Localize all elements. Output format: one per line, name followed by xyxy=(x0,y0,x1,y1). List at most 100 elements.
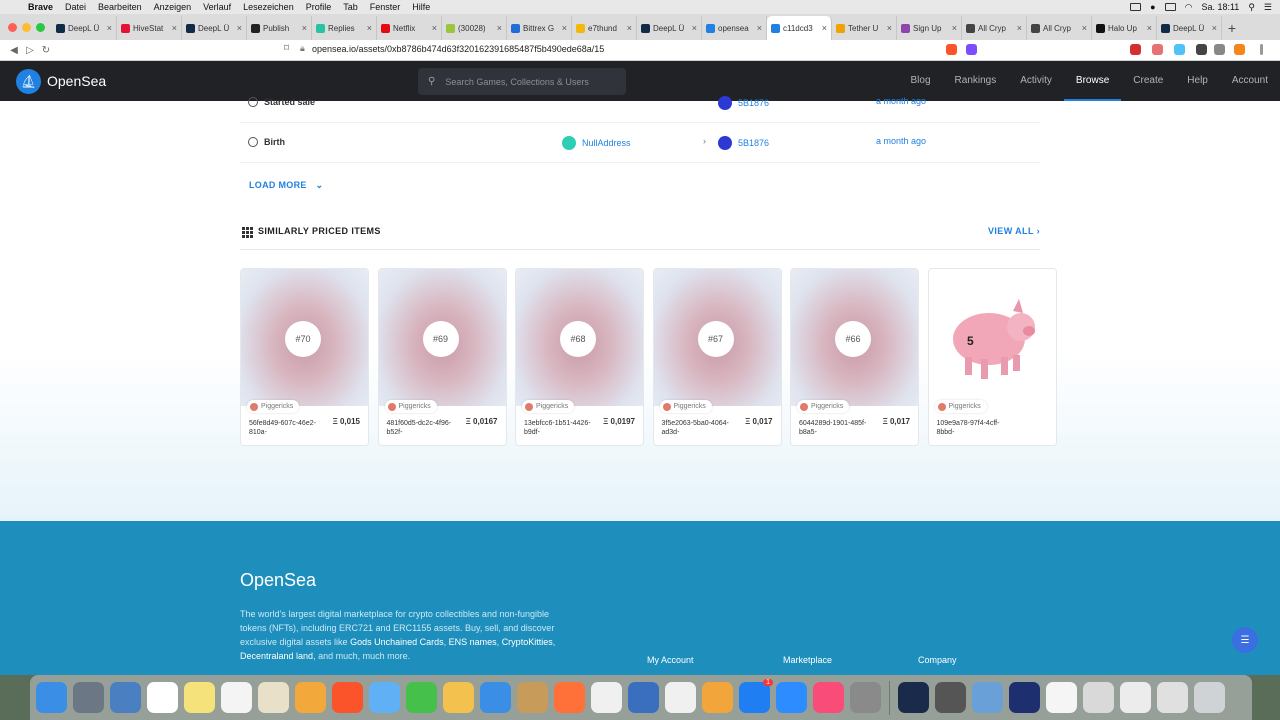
dock-app-icon[interactable] xyxy=(480,682,511,713)
browser-tab[interactable]: Sign Up × xyxy=(897,16,962,40)
load-more-button[interactable]: LOAD MORE ⌄ xyxy=(249,180,323,191)
item-image[interactable]: #70 xyxy=(241,269,368,406)
browser-tab[interactable]: HiveStat × xyxy=(117,16,182,40)
nav-help[interactable]: Help xyxy=(1175,61,1220,101)
reload-icon[interactable]: ↻ xyxy=(38,45,54,56)
ens-names-link[interactable]: ENS names xyxy=(449,637,497,647)
item-image[interactable]: #69 xyxy=(378,269,506,406)
extension-icon[interactable] xyxy=(1130,44,1141,55)
dock-app-icon[interactable] xyxy=(1009,682,1040,713)
tab-close-icon[interactable]: × xyxy=(757,23,762,33)
collection-tag[interactable]: Piggericks xyxy=(522,400,575,413)
item-card[interactable]: #69 Piggericks 481f60d5-dc2c-4f96-b52f- Ξ 0… xyxy=(377,268,507,446)
menu-item-bearbeiten[interactable]: Bearbeiten xyxy=(92,2,148,12)
trash-icon[interactable] xyxy=(1194,682,1225,713)
item-card[interactable]: #68 Piggericks 13ebfcc6-1b51-4426-b9df- Ξ 0… xyxy=(515,268,644,446)
spotlight-icon[interactable]: ⚲ xyxy=(1248,2,1255,13)
minimize-window-button[interactable] xyxy=(22,22,31,32)
browser-tab[interactable]: (30028) × xyxy=(442,16,507,40)
dock-folder-icon[interactable] xyxy=(1046,682,1077,713)
dock-app-icon[interactable] xyxy=(221,682,252,713)
browser-tab[interactable]: All Cryp × xyxy=(1027,16,1092,40)
tab-close-icon[interactable]: × xyxy=(107,23,112,33)
dock-app-icon[interactable]: 1 xyxy=(739,679,773,713)
decentraland-link[interactable]: Decentraland land xyxy=(240,651,313,661)
tab-close-icon[interactable]: × xyxy=(1147,23,1152,33)
browser-tab[interactable]: All Cryp × xyxy=(962,16,1027,40)
opensea-brand[interactable]: OpenSea xyxy=(47,73,106,89)
menu-app-name[interactable]: Brave xyxy=(22,2,59,12)
tab-close-icon[interactable]: × xyxy=(627,23,632,33)
menu-item-hilfe[interactable]: Hilfe xyxy=(406,2,436,12)
tab-close-icon[interactable]: × xyxy=(1017,23,1022,33)
item-card[interactable]: #70 Piggericks 56fe8d49-607c-46e2-810a- Ξ 0… xyxy=(240,268,369,446)
dock-folder-icon[interactable] xyxy=(1157,682,1188,713)
dock-app-icon[interactable] xyxy=(36,682,67,713)
dock-app-icon[interactable] xyxy=(972,682,1003,713)
dock-app-icon[interactable] xyxy=(258,682,289,713)
item-image[interactable]: #67 xyxy=(653,269,781,406)
item-card[interactable]: 5 Piggericks 109e9a78-97f4-4cff-8bbd- xyxy=(927,268,1057,446)
browser-tab[interactable]: DeepL Ü × xyxy=(182,16,247,40)
dock-app-icon[interactable] xyxy=(898,682,929,713)
item-image[interactable]: 5 xyxy=(928,269,1056,406)
maximize-window-button[interactable] xyxy=(36,22,45,32)
bookmark-icon[interactable]: ⌑ xyxy=(284,43,289,54)
metamask-icon[interactable] xyxy=(1234,44,1245,55)
to-address[interactable]: 5B1876 xyxy=(718,96,769,110)
browser-tab[interactable]: Tether U × xyxy=(832,16,897,40)
item-card[interactable]: #66 Piggericks 6044289d-1901-485f-b8a5- Ξ 0… xyxy=(790,268,919,446)
to-address-label[interactable]: 5B1876 xyxy=(738,138,769,148)
nav-browse[interactable]: Browse xyxy=(1063,61,1122,101)
menu-item-verlauf[interactable]: Verlauf xyxy=(197,2,237,12)
dock-app-icon[interactable] xyxy=(110,682,141,713)
from-address[interactable]: NullAddress xyxy=(562,136,631,150)
tab-close-icon[interactable]: × xyxy=(1082,23,1087,33)
dock-app-icon[interactable] xyxy=(443,682,474,713)
tab-close-icon[interactable]: × xyxy=(952,23,957,33)
menu-item-anzeigen[interactable]: Anzeigen xyxy=(148,2,198,12)
dock-app-icon[interactable] xyxy=(813,682,844,713)
dock-app-icon[interactable] xyxy=(406,682,437,713)
from-address-label[interactable]: NullAddress xyxy=(582,138,631,148)
event-time[interactable]: a month ago xyxy=(876,96,926,106)
extension-icon[interactable] xyxy=(1196,44,1207,55)
tab-close-icon[interactable]: × xyxy=(302,23,307,33)
dock-app-icon[interactable] xyxy=(776,682,807,713)
new-tab-button[interactable]: + xyxy=(1222,16,1242,40)
dock-folder-icon[interactable] xyxy=(1120,682,1151,713)
dock-app-icon[interactable] xyxy=(369,682,400,713)
battery-icon[interactable] xyxy=(1164,3,1176,11)
menu-item-lesezeichen[interactable]: Lesezeichen xyxy=(237,2,300,12)
browser-tab[interactable]: c11dcd3 × xyxy=(767,16,832,40)
extension-icon[interactable] xyxy=(1214,44,1225,55)
back-icon[interactable]: ◀ xyxy=(6,45,22,56)
dock-app-icon[interactable] xyxy=(850,682,881,713)
browser-tab[interactable]: Netflix × xyxy=(377,16,442,40)
browser-tab[interactable]: opensea × xyxy=(702,16,767,40)
tab-close-icon[interactable]: × xyxy=(432,23,437,33)
browser-tab[interactable]: DeepL Ü × xyxy=(1157,16,1222,40)
tab-close-icon[interactable]: × xyxy=(237,23,242,33)
dock-app-icon[interactable] xyxy=(591,682,622,713)
to-address-label[interactable]: 5B1876 xyxy=(738,98,769,108)
chat-icon[interactable]: ☰ xyxy=(1232,627,1258,653)
dock-app-icon[interactable] xyxy=(184,682,215,713)
menu-item-profile[interactable]: Profile xyxy=(300,2,338,12)
nav-create[interactable]: Create xyxy=(1121,61,1175,101)
forward-icon[interactable]: ▷ xyxy=(22,45,38,56)
menu-item-datei[interactable]: Datei xyxy=(59,2,92,12)
footer-brand[interactable]: OpenSea xyxy=(240,570,316,591)
tab-close-icon[interactable]: × xyxy=(367,23,372,33)
brave-rewards-icon[interactable] xyxy=(966,44,977,55)
tab-close-icon[interactable]: × xyxy=(887,23,892,33)
collection-tag[interactable]: Piggericks xyxy=(384,400,437,413)
clock[interactable]: Sa. 18:11 xyxy=(1201,2,1239,12)
to-address[interactable]: 5B1876 xyxy=(718,136,769,150)
dock-app-icon[interactable] xyxy=(517,682,548,713)
nav-account[interactable]: Account xyxy=(1220,61,1280,101)
browser-tab[interactable]: DeepL Ü × xyxy=(637,16,702,40)
view-all-link[interactable]: VIEW ALL › xyxy=(988,226,1040,236)
opensea-logo-icon[interactable]: ⛵︎ xyxy=(16,69,41,94)
collection-tag[interactable]: Piggericks xyxy=(934,400,987,413)
